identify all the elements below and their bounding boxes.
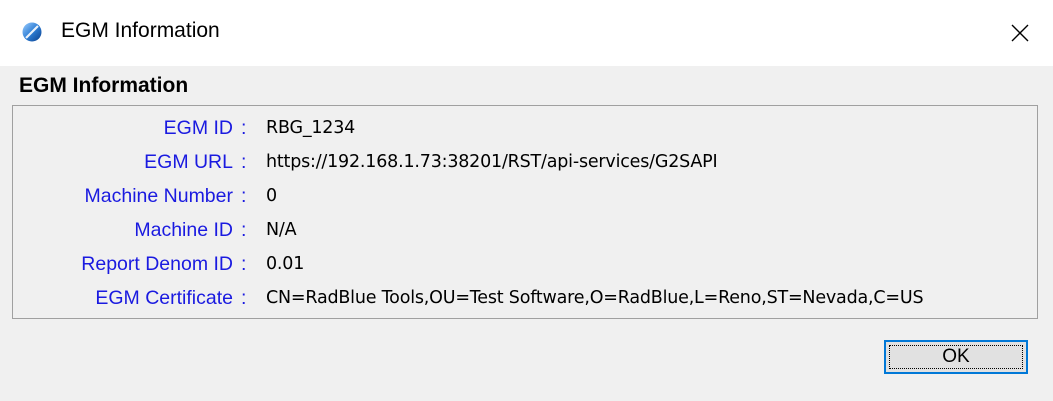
group-title: EGM Information bbox=[19, 74, 189, 97]
colon: : bbox=[241, 117, 247, 139]
dialog-window: EGM Information EGM Information EGM ID :… bbox=[0, 0, 1053, 401]
label-egm-url: EGM URL bbox=[144, 151, 233, 173]
close-button[interactable] bbox=[987, 0, 1053, 66]
value-machine-number: 0 bbox=[266, 186, 277, 206]
value-egm-id: RBG_1234 bbox=[266, 118, 356, 138]
row-egm-id: EGM ID : RBG_1234 bbox=[13, 111, 1039, 145]
colon: : bbox=[241, 185, 247, 207]
colon: : bbox=[241, 287, 247, 309]
row-egm-certificate: EGM Certificate : CN=RadBlue Tools,OU=Te… bbox=[13, 281, 1039, 315]
label-egm-certificate: EGM Certificate bbox=[95, 287, 233, 309]
ok-button-label: OK bbox=[942, 346, 970, 367]
value-egm-url: https://192.168.1.73:38201/RST/api-servi… bbox=[266, 152, 718, 172]
row-machine-id: Machine ID : N/A bbox=[13, 213, 1039, 247]
value-report-denom-id: 0.01 bbox=[266, 254, 305, 274]
ok-button[interactable]: OK bbox=[884, 340, 1028, 374]
value-machine-id: N/A bbox=[266, 220, 297, 240]
row-machine-number: Machine Number : 0 bbox=[13, 179, 1039, 213]
label-machine-id: Machine ID bbox=[134, 219, 233, 241]
row-egm-url: EGM URL : https://192.168.1.73:38201/RST… bbox=[13, 145, 1039, 179]
row-report-denom-id: Report Denom ID : 0.01 bbox=[13, 247, 1039, 281]
colon: : bbox=[241, 219, 247, 241]
colon: : bbox=[241, 151, 247, 173]
info-group-box: EGM ID : RBG_1234 EGM URL : https://192.… bbox=[12, 105, 1038, 319]
label-egm-id: EGM ID bbox=[163, 117, 233, 139]
colon: : bbox=[241, 253, 247, 275]
window-title: EGM Information bbox=[61, 19, 220, 42]
title-bar[interactable]: EGM Information bbox=[0, 0, 1053, 66]
label-machine-number: Machine Number bbox=[84, 185, 233, 207]
close-icon bbox=[1011, 24, 1029, 42]
blue-globe-icon bbox=[22, 22, 42, 42]
value-egm-certificate: CN=RadBlue Tools,OU=Test Software,O=RadB… bbox=[266, 288, 924, 308]
label-report-denom-id: Report Denom ID bbox=[81, 253, 233, 275]
